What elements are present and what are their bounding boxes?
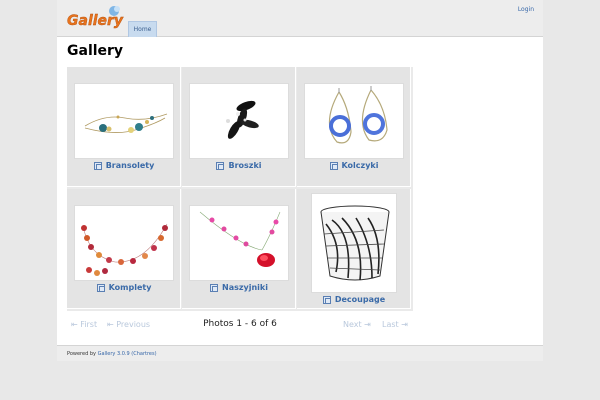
album-icon (322, 295, 331, 304)
album-icon (210, 283, 219, 292)
album-caption[interactable]: Bransolety (67, 161, 181, 170)
album-label[interactable]: Kolczyki (342, 161, 379, 170)
header: Gallery Login Home (57, 0, 543, 37)
album-label[interactable]: Decoupage (335, 295, 385, 304)
logo-text: Gallery (67, 13, 124, 29)
album-item-kolczyki[interactable]: Kolczyki (297, 67, 411, 187)
album-thumbnail[interactable] (189, 83, 289, 159)
album-icon (329, 161, 338, 170)
album-item-naszyjniki[interactable]: Naszyjniki (182, 189, 296, 309)
album-icon (93, 161, 102, 170)
album-thumbnail[interactable] (304, 83, 404, 159)
album-thumbnail[interactable] (189, 205, 289, 281)
album-item-komplety[interactable]: Komplety (67, 189, 181, 309)
album-thumbnail[interactable] (74, 83, 174, 159)
pager-last[interactable]: Last ⇥ (382, 320, 408, 329)
page-title: Gallery (67, 43, 124, 59)
login-link[interactable]: Login (518, 6, 534, 13)
album-label[interactable]: Naszyjniki (222, 283, 268, 292)
album-label[interactable]: Broszki (228, 161, 261, 170)
pager-next[interactable]: Next ⇥ (343, 320, 371, 329)
album-caption[interactable]: Kolczyki (297, 161, 411, 170)
album-caption[interactable]: Broszki (182, 161, 296, 170)
footer-gallery-link[interactable]: Gallery 3.0.9 (Chartres) (98, 351, 157, 357)
album-caption[interactable]: Decoupage (297, 295, 411, 304)
album-item-broszki[interactable]: Broszki (182, 67, 296, 187)
album-thumbnail[interactable] (311, 193, 397, 293)
nav-home-tab[interactable]: Home (128, 21, 157, 37)
footer: Powered by Gallery 3.0.9 (Chartres) (57, 345, 543, 361)
album-item-decoupage[interactable]: Decoupage (297, 189, 411, 309)
album-icon (96, 283, 105, 292)
album-item-bransolety[interactable]: Bransolety (67, 67, 181, 187)
page: Gallery Login Home Gallery Bransolety Br… (57, 0, 543, 361)
album-grid: Bransolety Broszki Kolczyki Komplety Nas… (67, 67, 413, 311)
pager: ⇤ First ⇤ Previous Photos 1 - 6 of 6 Nex… (67, 318, 413, 334)
album-caption[interactable]: Komplety (67, 283, 181, 292)
album-thumbnail[interactable] (74, 205, 174, 281)
footer-powered-by: Powered by (67, 351, 96, 357)
album-icon (216, 161, 225, 170)
album-label[interactable]: Komplety (109, 283, 152, 292)
gallery-logo[interactable]: Gallery (66, 4, 124, 32)
album-label[interactable]: Bransolety (106, 161, 155, 170)
album-caption[interactable]: Naszyjniki (182, 283, 296, 292)
